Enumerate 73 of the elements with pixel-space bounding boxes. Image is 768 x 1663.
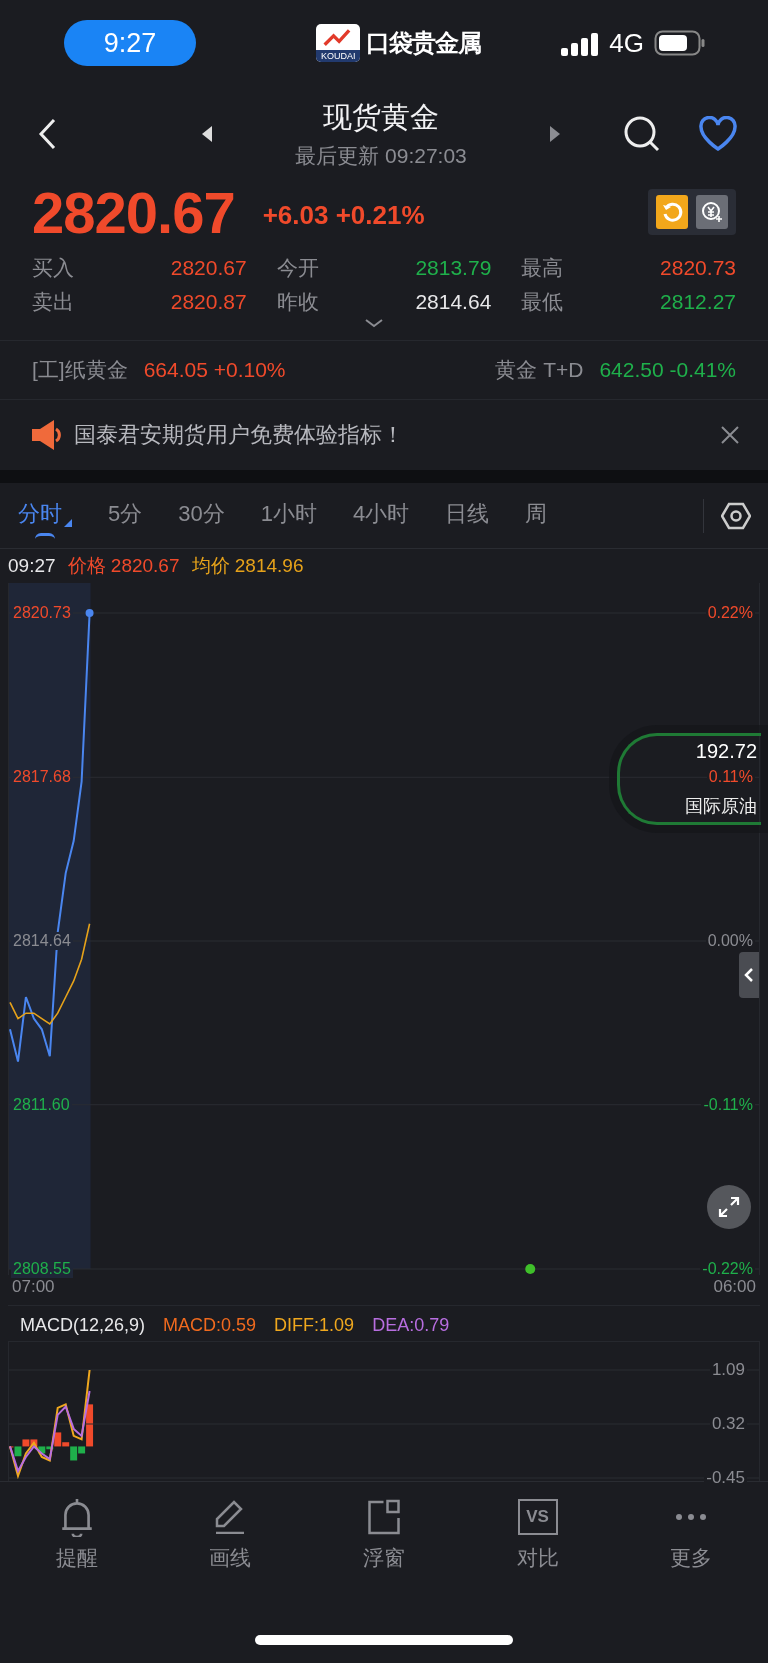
stat-label: 最高 bbox=[521, 255, 564, 281]
macd-value: MACD:0.59 bbox=[163, 1315, 257, 1336]
signal-icon bbox=[561, 30, 600, 56]
vs-icon: VS bbox=[517, 1499, 558, 1535]
related-quote: 642.50 -0.41% bbox=[599, 358, 736, 382]
period-tab[interactable]: 4小时 bbox=[353, 492, 410, 539]
dea-value: DEA:0.79 bbox=[372, 1315, 450, 1336]
exchange-button[interactable] bbox=[696, 195, 728, 229]
floating-window-icon bbox=[367, 1499, 401, 1535]
period-tab[interactable]: 分时 bbox=[18, 492, 72, 539]
diff-value: DIFF:1.09 bbox=[274, 1315, 355, 1336]
overlay-quote-value: 192.72 bbox=[695, 740, 757, 764]
stat-value: 2820.87 bbox=[170, 290, 247, 314]
related-quote: 664.05 +0.10% bbox=[143, 358, 286, 382]
next-button[interactable] bbox=[548, 124, 562, 144]
related-name[interactable]: [工]纸黄金 bbox=[32, 356, 128, 384]
overlay-quote-name: 国际原油 bbox=[685, 795, 757, 819]
stat-value: 2812.27 bbox=[660, 290, 736, 314]
more-icon bbox=[675, 1513, 708, 1521]
chart-time: 09:27 bbox=[8, 555, 56, 577]
app-logo-badge: KOUDAI bbox=[316, 24, 361, 62]
related-name[interactable]: 黄金 T+D bbox=[495, 356, 584, 384]
time-axis-label: 06:00 bbox=[713, 1277, 756, 1298]
price-axis-label: 2814.64 bbox=[11, 932, 73, 950]
toolbar-button[interactable]: VS 对比 bbox=[460, 1492, 615, 1576]
current-price: 2820.67 bbox=[32, 178, 235, 246]
period-tab[interactable]: 30分 bbox=[178, 492, 225, 539]
chevron-left-icon bbox=[744, 967, 754, 983]
favorite-button[interactable] bbox=[698, 116, 738, 152]
price-change: +6.03 +0.21% bbox=[262, 199, 426, 231]
chart-average: 均价 2814.96 bbox=[191, 554, 304, 578]
status-dot bbox=[525, 1264, 536, 1274]
stat-value: 2820.67 bbox=[170, 256, 247, 280]
toolbar-button[interactable]: 更多 bbox=[614, 1492, 768, 1576]
page-title: 现货黄金 bbox=[323, 100, 439, 135]
network-label: 4G bbox=[609, 27, 644, 59]
battery-icon bbox=[654, 30, 706, 56]
speaker-icon bbox=[30, 418, 62, 452]
price-axis-label: 2808.55 bbox=[11, 1260, 73, 1278]
status-time: 9:27 bbox=[64, 20, 196, 66]
period-tab[interactable]: 日线 bbox=[445, 492, 490, 539]
fullscreen-button[interactable] bbox=[707, 1185, 751, 1229]
currency-exchange-icon bbox=[700, 200, 724, 224]
toolbar-button[interactable]: 画线 bbox=[153, 1492, 308, 1576]
period-tab[interactable]: 周 bbox=[525, 492, 548, 539]
chart-price: 价格 2820.67 bbox=[67, 554, 180, 578]
refresh-icon bbox=[661, 201, 683, 223]
stat-value: 2820.73 bbox=[660, 256, 736, 280]
last-price-dot bbox=[85, 609, 94, 617]
time-axis-label: 07:00 bbox=[12, 1277, 55, 1298]
period-tab[interactable]: 1小时 bbox=[260, 492, 317, 539]
stat-label: 买入 bbox=[32, 255, 74, 281]
stat-label: 昨收 bbox=[276, 289, 319, 315]
toolbar-button[interactable]: 浮窗 bbox=[307, 1492, 461, 1576]
period-tab[interactable]: 5分 bbox=[108, 492, 143, 539]
expand-icon bbox=[717, 1195, 741, 1219]
side-panel-tab[interactable] bbox=[739, 952, 759, 998]
app-logo-text: 口袋贵金属 bbox=[366, 28, 482, 58]
stat-label: 卖出 bbox=[32, 289, 74, 315]
dropdown-triangle-icon bbox=[64, 518, 72, 527]
search-button[interactable] bbox=[622, 114, 662, 154]
chevron-down-icon[interactable] bbox=[364, 318, 384, 328]
stat-label: 今开 bbox=[276, 255, 319, 281]
last-updated: 最后更新 09:27:03 bbox=[295, 143, 467, 169]
promo-banner-text[interactable]: 国泰君安期货用户免费体验指标！ bbox=[74, 420, 708, 450]
macd-title: MACD(12,26,9) bbox=[20, 1315, 146, 1336]
close-button[interactable] bbox=[720, 425, 740, 445]
previous-button[interactable] bbox=[200, 124, 214, 144]
stat-value: 2814.64 bbox=[415, 290, 492, 314]
stat-value: 2813.79 bbox=[415, 256, 492, 280]
toolbar-button[interactable]: 提醒 bbox=[0, 1492, 154, 1576]
pen-icon bbox=[214, 1500, 247, 1534]
stat-label: 最低 bbox=[521, 289, 564, 315]
